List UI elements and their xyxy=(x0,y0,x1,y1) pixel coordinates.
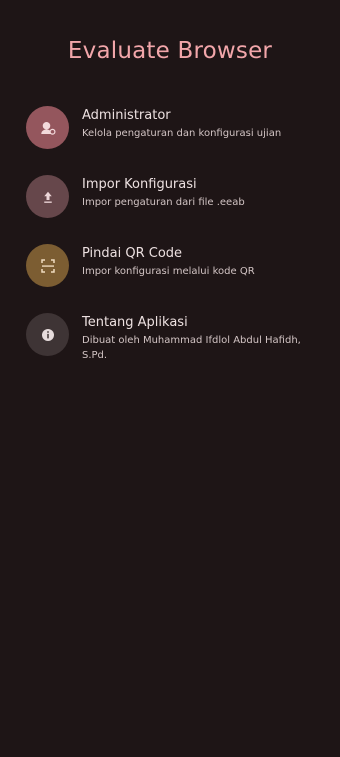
menu-item-subtitle: Dibuat oleh Muhammad Ifdlol Abdul Hafidh… xyxy=(82,335,301,361)
menu-item-title: Tentang Aplikasi xyxy=(82,315,188,330)
menu-item-about[interactable]: Tentang Aplikasi Dibuat oleh Muhammad If… xyxy=(26,313,326,363)
menu-item-subtitle: Impor konfigurasi melalui kode QR xyxy=(82,266,255,277)
qr-icon-circle xyxy=(26,244,69,287)
upload-icon-circle xyxy=(26,175,69,218)
menu-item-scan-qr[interactable]: Pindai QR Code Impor konfigurasi melalui… xyxy=(26,244,326,287)
upload-icon xyxy=(43,191,52,203)
info-icon-circle xyxy=(26,313,69,356)
menu-item-import-config[interactable]: Impor Konfigurasi Impor pengaturan dari … xyxy=(26,175,326,218)
menu-item-subtitle: Kelola pengaturan dan konfigurasi ujian xyxy=(82,128,282,139)
menu-item-administrator[interactable]: Administrator Kelola pengaturan dan konf… xyxy=(26,106,326,149)
qr-scan-icon xyxy=(40,258,55,273)
menu-item-title: Administrator xyxy=(82,108,171,123)
menu-item-title: Impor Konfigurasi xyxy=(82,177,197,192)
info-icon xyxy=(41,328,54,341)
admin-icon xyxy=(40,121,56,135)
menu-item-subtitle: Impor pengaturan dari file .eeab xyxy=(82,197,245,208)
admin-icon-circle xyxy=(26,106,69,149)
menu-item-title: Pindai QR Code xyxy=(82,246,183,261)
page-title: Evaluate Browser xyxy=(67,38,273,64)
